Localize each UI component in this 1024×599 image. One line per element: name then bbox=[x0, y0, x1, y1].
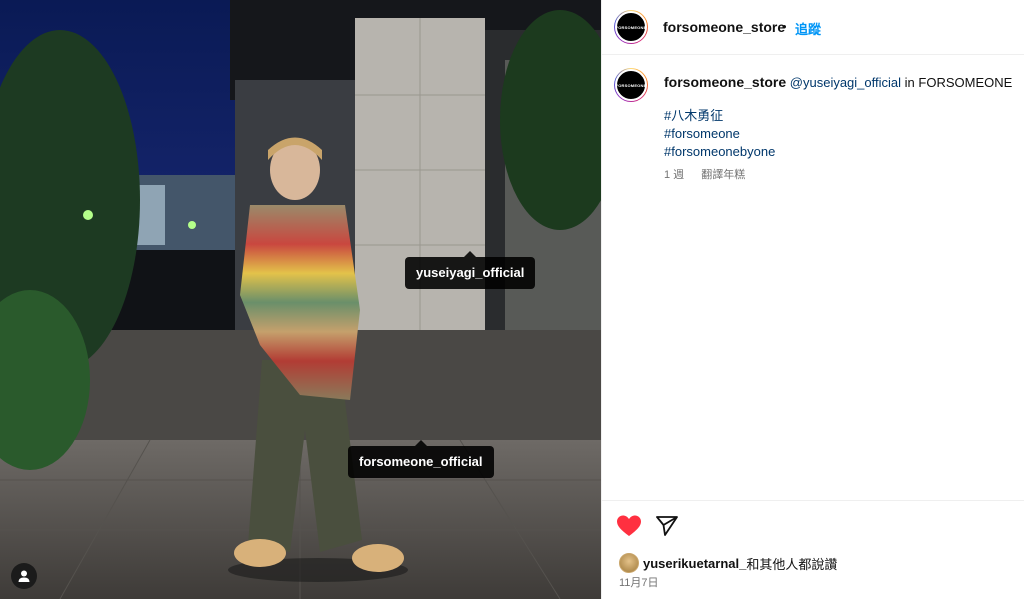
photo-user-tag[interactable]: yuseiyagi_official bbox=[405, 251, 536, 289]
separator-dot: • bbox=[782, 19, 787, 34]
likes-summary: yuserikuetarnal_ 和其他人都說讚 bbox=[619, 553, 837, 573]
like-button[interactable] bbox=[616, 513, 642, 539]
footer-divider bbox=[602, 500, 1024, 501]
post-sidebar: FORSOMEONE forsomeone_store • 追蹤 FORSOME… bbox=[601, 0, 1024, 599]
caption-author[interactable]: forsomeone_store bbox=[664, 74, 786, 90]
time-ago: 1 週 bbox=[664, 169, 685, 181]
post-caption: forsomeone_store @yuseiyagi_official in … bbox=[664, 73, 1014, 161]
liker-avatar[interactable] bbox=[619, 553, 639, 573]
hashtag-link[interactable]: #forsomeonebyone bbox=[664, 143, 1014, 161]
avatar-logo: FORSOMEONE bbox=[615, 11, 647, 43]
share-button[interactable] bbox=[654, 513, 680, 539]
caption-mention[interactable]: @yuseiyagi_official bbox=[790, 75, 901, 90]
avatar-logo: FORSOMEONE bbox=[615, 69, 647, 101]
translate-link[interactable]: 翻譯年糕 bbox=[701, 169, 745, 181]
caption-author-avatar[interactable]: FORSOMEONE bbox=[614, 68, 648, 102]
post-header: FORSOMEONE forsomeone_store • 追蹤 bbox=[602, 0, 1024, 55]
likes-suffix[interactable]: 和其他人都說讚 bbox=[746, 554, 837, 573]
caption-location: FORSOMEONE bbox=[918, 75, 1013, 90]
liker-name[interactable]: yuserikuetarnal_ bbox=[643, 556, 746, 571]
account-name[interactable]: forsomeone_store bbox=[663, 19, 785, 35]
post-date[interactable]: 11月7日 bbox=[619, 574, 659, 590]
follow-button[interactable]: 追蹤 bbox=[795, 19, 821, 38]
photo-user-tag[interactable]: forsomeone_official bbox=[348, 440, 494, 478]
heart-icon bbox=[617, 515, 641, 536]
user-tags-button[interactable] bbox=[11, 563, 37, 589]
post-photo[interactable]: yuseiyagi_official forsomeone_official bbox=[0, 0, 601, 599]
caption-meta: 1 週 翻譯年糕 bbox=[664, 166, 745, 182]
paper-plane-icon bbox=[656, 516, 678, 536]
hashtag-link[interactable]: #forsomeone bbox=[664, 125, 1014, 143]
user-icon bbox=[18, 570, 30, 582]
account-avatar[interactable]: FORSOMEONE bbox=[614, 10, 648, 44]
photo-scene bbox=[0, 0, 601, 599]
hashtag-link[interactable]: #八木勇征 bbox=[664, 107, 1014, 125]
location-prefix: in bbox=[904, 75, 915, 90]
